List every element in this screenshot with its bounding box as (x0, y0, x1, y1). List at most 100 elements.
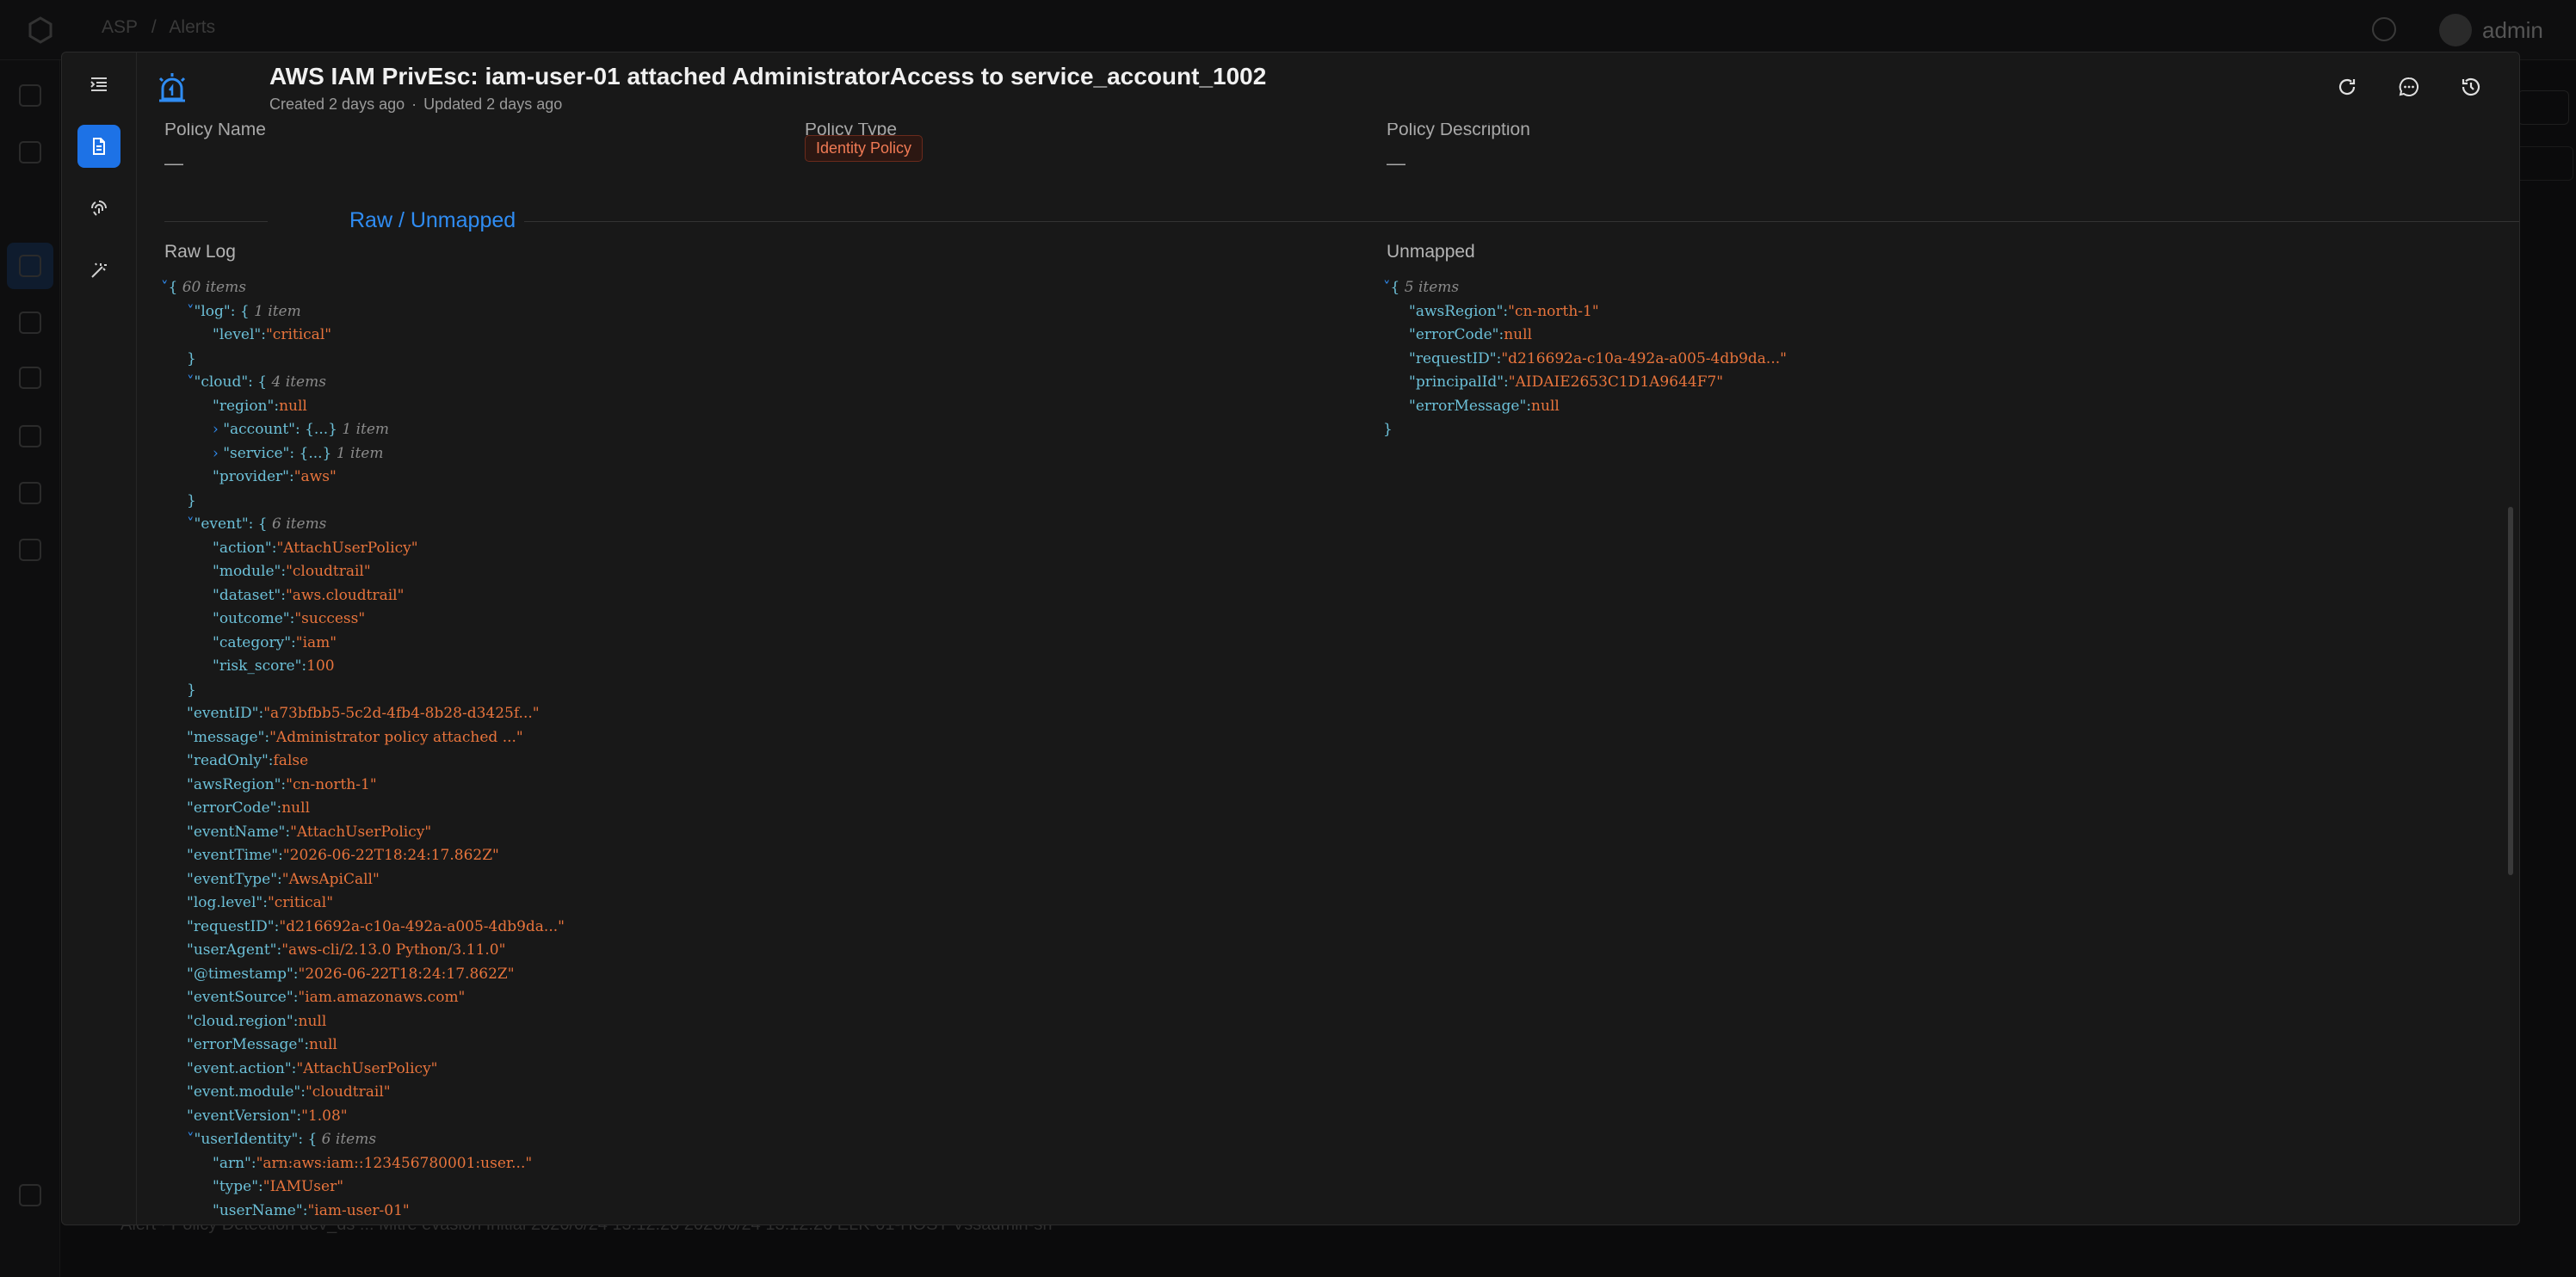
intel-icon[interactable] (19, 425, 41, 447)
json-key: "service" (223, 444, 290, 462)
modal-header: AWS IAM PrivEsc: iam-user-01 attached Ad… (137, 52, 2519, 123)
json-count: 5 items (1404, 279, 1460, 296)
json-line: } (161, 679, 565, 703)
modal-side-rail (62, 52, 137, 1225)
page-title: AWS IAM PrivEsc: iam-user-01 attached Ad… (269, 63, 1267, 89)
tools-icon[interactable] (19, 367, 41, 389)
json-value: "AwsApiCall" (281, 870, 380, 888)
chevron-down-icon: ˅ (1383, 279, 1391, 296)
json-count: 1 item (254, 302, 301, 320)
json-line[interactable]: › "account": {...} 1 item (161, 418, 565, 442)
json-line: "outcome":"success" (161, 608, 565, 632)
user-menu[interactable]: admin (2439, 14, 2543, 46)
json-key: "log" (194, 302, 231, 320)
json-key: "risk_score" (213, 657, 302, 675)
json-key: "module" (213, 563, 281, 580)
json-key: "account" (223, 421, 295, 438)
breadcrumb-root[interactable]: ASP (102, 17, 138, 37)
json-key: "log.level" (187, 894, 263, 911)
json-value: "arn:aws:iam::123456780001:user..." (256, 1154, 533, 1172)
refresh-button[interactable] (2330, 70, 2364, 104)
chat-icon[interactable] (2372, 17, 2396, 41)
json-line: } (1383, 418, 1787, 442)
policy-description-value: — (1387, 152, 1405, 174)
tab-fingerprint[interactable] (77, 187, 120, 230)
dashboard-icon[interactable] (19, 84, 41, 107)
breadcrumb-current: Alerts (169, 17, 216, 37)
json-key: "category" (213, 633, 292, 651)
json-key: "requestID" (1409, 349, 1497, 367)
json-line: "eventType":"AwsApiCall" (161, 868, 565, 892)
chevron-right-icon: › (213, 421, 224, 438)
json-brace: : { (248, 373, 272, 391)
json-key: "readOnly" (187, 752, 269, 769)
json-value: "cloudtrail" (305, 1083, 391, 1101)
unmapped-json-tree[interactable]: ˅{ 5 items "awsRegion":"cn-north-1" "error… (1383, 276, 1787, 442)
json-line: "userAgent":"aws-cli/2.13.0 Python/3.11.… (161, 939, 565, 963)
json-brace: : { (248, 515, 273, 533)
history-button[interactable] (2454, 70, 2488, 104)
username: admin (2482, 16, 2543, 43)
json-line[interactable]: ˅{ 60 items (161, 276, 565, 300)
json-key: "action" (213, 539, 272, 557)
json-brace: { (1390, 279, 1405, 296)
avatar (2439, 14, 2472, 46)
json-key: "awsRegion" (1409, 302, 1504, 320)
json-value: "iam.amazonaws.com" (298, 989, 466, 1006)
json-line[interactable]: ˅"userIdentity": { 6 items (161, 1128, 565, 1152)
briefcase-icon[interactable] (19, 141, 41, 163)
json-line[interactable]: ˅{ 5 items (1383, 276, 1787, 300)
app-logo-icon[interactable] (26, 15, 55, 45)
json-line: "errorCode":null (1383, 324, 1787, 348)
alert-icon[interactable] (19, 255, 41, 277)
json-line[interactable]: ˅"cloud": { 4 items (161, 371, 565, 395)
chevron-down-icon: ˅ (187, 373, 195, 391)
background-button[interactable] (2517, 90, 2569, 125)
json-key: "eventName" (187, 823, 286, 841)
json-value: "AttachUserPolicy" (296, 1059, 438, 1077)
json-value: "success" (294, 610, 366, 627)
tab-ai[interactable] (77, 249, 120, 292)
expand-sidebar-icon[interactable] (19, 1184, 41, 1206)
book-icon[interactable] (19, 482, 41, 504)
cases-icon[interactable] (19, 312, 41, 334)
section-divider (164, 221, 268, 222)
json-value: null (281, 799, 311, 817)
json-line[interactable]: › "service": {...} 1 item (161, 442, 565, 466)
json-value: null (309, 1036, 337, 1053)
json-line[interactable]: ˅"log": { 1 item (161, 300, 565, 324)
raw-log-json-tree[interactable]: ˅{ 60 items ˅"log": { 1 item "level":"crit… (161, 276, 565, 1223)
json-line: "event.action":"AttachUserPolicy" (161, 1058, 565, 1082)
json-brace: : {...} (294, 421, 343, 438)
chevron-down-icon: ˅ (161, 279, 169, 296)
json-brace: } (1383, 421, 1393, 438)
document-icon (93, 138, 105, 155)
tab-details[interactable] (77, 125, 120, 168)
json-line: "errorMessage":null (1383, 395, 1787, 419)
json-key: "eventID" (187, 705, 259, 722)
fingerprint-icon (90, 200, 107, 216)
json-line[interactable]: ˅"event": { 6 items (161, 513, 565, 537)
json-line: "eventName":"AttachUserPolicy" (161, 821, 565, 845)
json-key: "arn" (213, 1154, 251, 1172)
json-key: "awsRegion" (187, 775, 281, 793)
json-line: "event.module":"cloudtrail" (161, 1081, 565, 1105)
json-value: "cloudtrail" (286, 563, 371, 580)
json-line: "requestID":"d216692a-c10a-492a-a005-4db… (1383, 348, 1787, 372)
json-line: "errorMessage":null (161, 1033, 565, 1058)
json-count: 6 items (272, 515, 327, 533)
collapse-button[interactable] (77, 63, 120, 106)
json-line: "eventVersion":"1.08" (161, 1105, 565, 1129)
json-line: "awsRegion":"cn-north-1" (161, 774, 565, 798)
json-key: "userName" (213, 1201, 303, 1219)
json-line: "category":"iam" (161, 632, 565, 656)
json-count: 1 item (342, 421, 390, 438)
comment-button[interactable] (2392, 70, 2426, 104)
json-key: "eventTime" (187, 847, 279, 864)
json-brace: } (187, 681, 196, 699)
settings-icon[interactable] (19, 539, 41, 561)
updated-time: Updated 2 days ago (423, 96, 563, 113)
modal-body[interactable]: Policy Name — Policy Type Identity Polic… (137, 123, 2519, 1225)
close-button[interactable] (2516, 70, 2519, 104)
scrollbar[interactable] (2508, 507, 2513, 875)
